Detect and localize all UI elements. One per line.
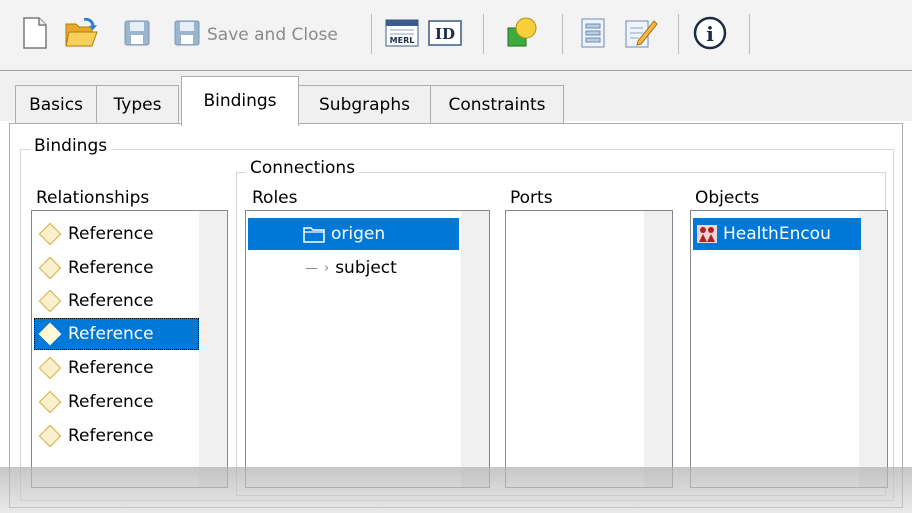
list-item[interactable]: Reference [34, 386, 199, 418]
relationships-scrollbar[interactable] [199, 211, 227, 487]
list-item-label: HealthEncou [723, 224, 831, 244]
objects-header: Objects [695, 188, 760, 208]
toolbar-separator [562, 14, 563, 54]
list-item[interactable]: Reference [34, 352, 199, 384]
toolbar-separator [678, 14, 679, 54]
list-item-label: Reference [68, 392, 154, 412]
save-and-close-button[interactable] [170, 16, 204, 50]
tree-item-selected[interactable]: origen [248, 218, 459, 250]
tab-subgraphs[interactable]: Subgraphs [298, 85, 431, 123]
svg-text:ID: ID [435, 25, 455, 43]
tree-item-label: subject [335, 258, 397, 278]
roles-scrollbar[interactable] [461, 211, 489, 487]
toolbar-separator [749, 14, 750, 54]
save-disk-icon [124, 20, 150, 46]
toolbar: Save and Close MERL ID i [0, 0, 912, 70]
list-item-selected[interactable]: Reference [34, 318, 199, 350]
bottom-fade-overlay [0, 467, 912, 513]
merl-icon: MERL [385, 19, 419, 47]
list-item[interactable]: Reference [34, 252, 199, 284]
reference-diamond-icon [38, 356, 62, 380]
list-item[interactable]: Reference [34, 218, 199, 250]
list-item[interactable]: Reference [34, 285, 199, 317]
new-document-button[interactable] [18, 16, 52, 50]
roles-header: Roles [252, 188, 298, 208]
save-button[interactable] [120, 16, 154, 50]
list-item-label: Reference [68, 224, 154, 244]
reference-diamond-icon [38, 256, 62, 280]
objects-scrollbar[interactable] [859, 211, 887, 487]
tree-item[interactable]: — › subject [248, 252, 459, 284]
shapes-icon [507, 17, 537, 47]
merl-button[interactable]: MERL [385, 16, 419, 50]
svg-text:i: i [706, 22, 714, 46]
info-icon: i [693, 16, 727, 50]
relationships-list[interactable]: Reference Reference Reference Reference … [31, 210, 228, 488]
tab-constraints[interactable]: Constraints [430, 85, 564, 123]
id-button[interactable]: ID [428, 16, 462, 50]
tab-constraints-label: Constraints [448, 94, 546, 115]
tree-line-icon: — [305, 260, 318, 276]
folder-icon [303, 227, 325, 243]
form-icon [581, 18, 605, 48]
reference-diamond-icon [38, 390, 62, 414]
save-and-close-label[interactable]: Save and Close [207, 25, 338, 45]
shape-properties-button[interactable] [505, 16, 539, 50]
id-card-icon: ID [428, 20, 462, 46]
list-item-label: Reference [68, 258, 154, 278]
new-document-icon [23, 17, 47, 49]
open-folder-icon [65, 18, 98, 47]
relationships-header: Relationships [36, 188, 150, 208]
tab-subgraphs-label: Subgraphs [319, 94, 410, 115]
open-folder-button[interactable] [64, 16, 98, 50]
reference-diamond-icon [38, 424, 62, 448]
reference-diamond-icon [38, 222, 62, 246]
bindings-group-label: Bindings [30, 136, 112, 156]
reference-diamond-icon [38, 322, 62, 346]
list-item-label: Reference [68, 358, 154, 378]
list-item-label: Reference [68, 324, 154, 344]
tab-bindings[interactable]: Bindings [181, 76, 299, 126]
toolbar-separator [371, 14, 372, 54]
tab-bindings-label: Bindings [203, 91, 277, 111]
tab-basics[interactable]: Basics [15, 85, 97, 123]
ports-scrollbar[interactable] [644, 211, 672, 487]
edit-pencil-icon [625, 20, 658, 48]
list-item-label: Reference [68, 291, 154, 311]
edit-button[interactable] [624, 16, 658, 50]
save-close-disk-icon [174, 20, 200, 46]
health-encounter-icon [697, 225, 717, 243]
list-item-label: Reference [68, 426, 154, 446]
tab-types-label: Types [113, 94, 162, 115]
form-view-button[interactable] [576, 16, 610, 50]
tab-basics-label: Basics [29, 94, 83, 115]
objects-list[interactable]: HealthEncou [690, 210, 888, 488]
ports-header: Ports [510, 188, 553, 208]
info-button[interactable]: i [693, 16, 727, 50]
tab-types[interactable]: Types [96, 85, 179, 123]
list-item[interactable]: Reference [34, 420, 199, 452]
chevron-right-icon[interactable]: › [324, 261, 329, 276]
reference-diamond-icon [38, 289, 62, 313]
roles-tree[interactable]: origen — › subject [245, 210, 490, 488]
list-item-selected[interactable]: HealthEncou [693, 218, 861, 250]
toolbar-separator [483, 14, 484, 54]
svg-text:MERL: MERL [390, 36, 415, 45]
connections-group-label: Connections [246, 158, 360, 178]
ports-list[interactable] [505, 210, 673, 488]
tree-item-label: origen [331, 224, 386, 244]
